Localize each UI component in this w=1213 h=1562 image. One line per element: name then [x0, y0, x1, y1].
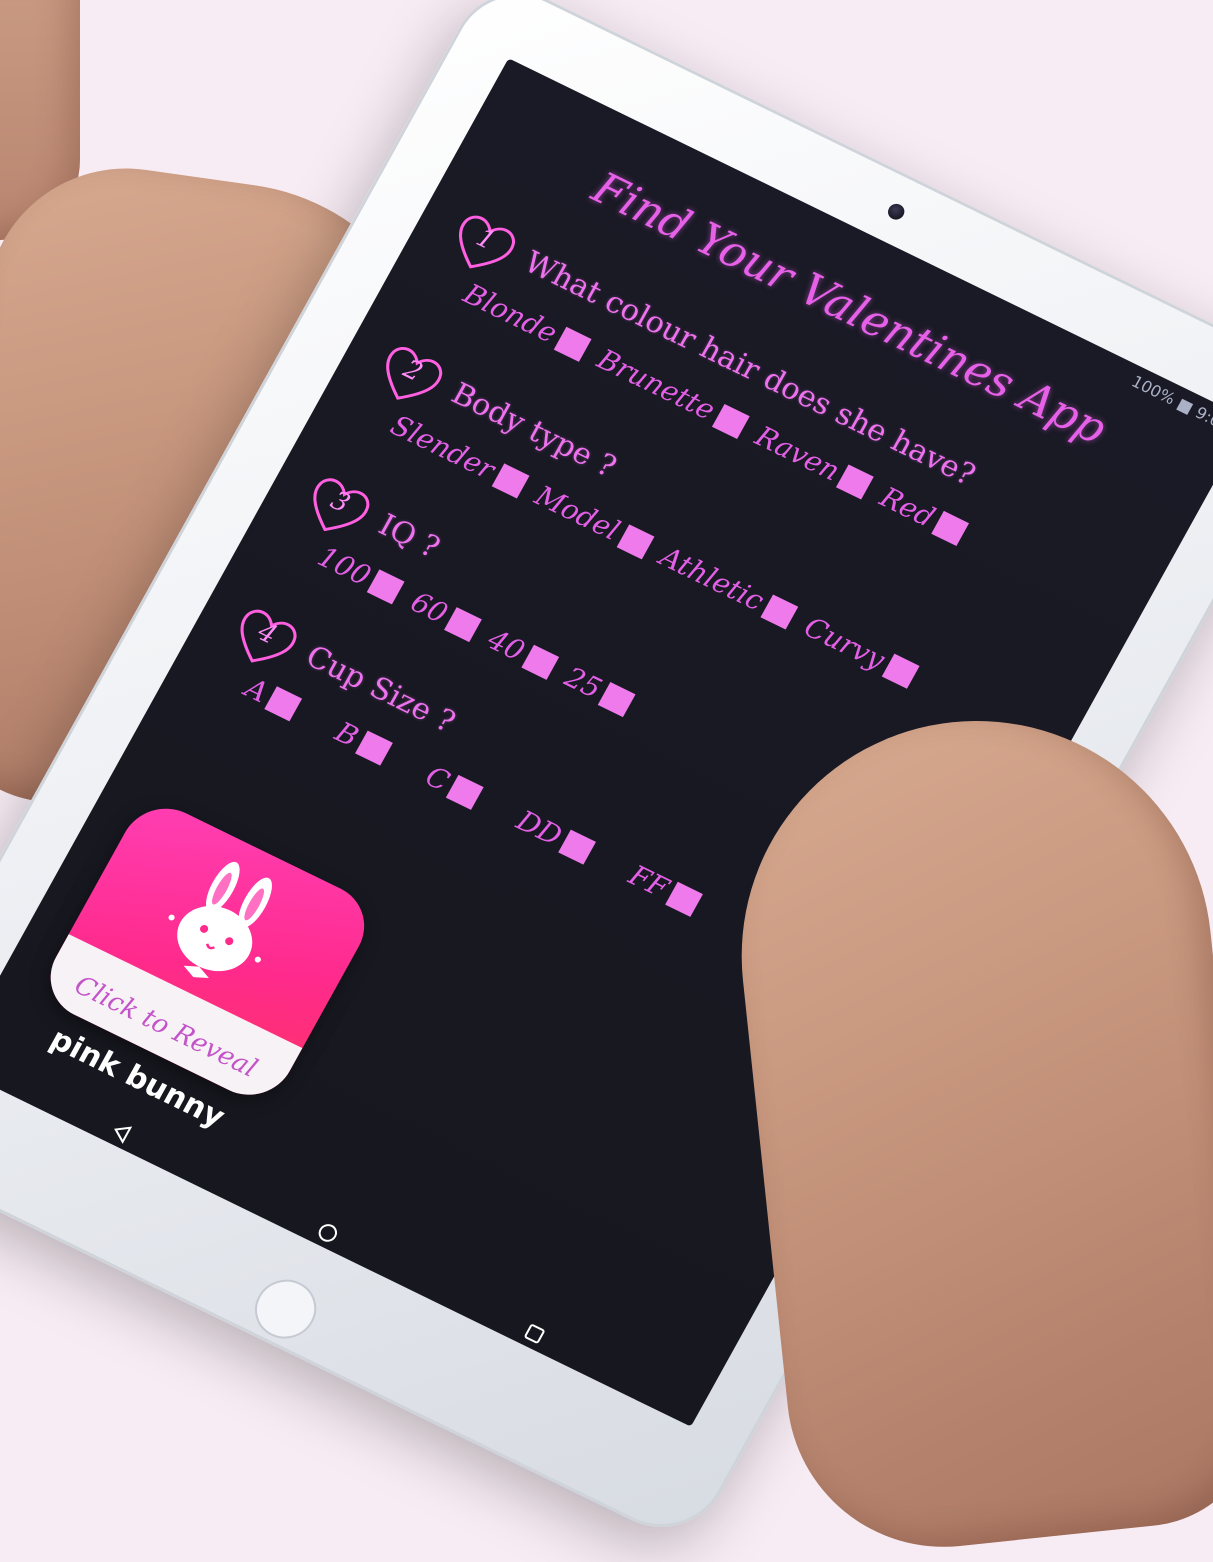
option-100[interactable]: 100 — [312, 540, 407, 607]
checkbox[interactable] — [558, 829, 597, 865]
option-athletic[interactable]: Athletic — [654, 540, 800, 632]
option-group: Slender Model Athletic Curvy — [385, 409, 921, 692]
option-label: 40 — [482, 622, 531, 668]
checkbox[interactable] — [931, 510, 970, 546]
checkbox[interactable] — [264, 685, 303, 721]
option-label: 25 — [559, 660, 608, 705]
physical-home-button[interactable] — [244, 1269, 328, 1349]
checkbox[interactable] — [367, 569, 406, 605]
checkbox[interactable] — [444, 606, 483, 642]
checkbox[interactable] — [553, 326, 592, 362]
checkbox[interactable] — [521, 644, 560, 680]
checkbox[interactable] — [836, 464, 875, 500]
front-camera-icon — [885, 201, 908, 223]
checkbox[interactable] — [491, 462, 530, 498]
checkbox[interactable] — [760, 594, 799, 630]
option-label: 60 — [405, 585, 454, 630]
home-icon[interactable] — [307, 1213, 349, 1252]
checkbox[interactable] — [598, 681, 637, 717]
option-red[interactable]: Red — [874, 480, 971, 548]
option-label: Curvy — [798, 610, 891, 677]
option-dd[interactable]: DD — [511, 804, 598, 867]
right-hand — [718, 697, 1213, 1562]
option-25[interactable]: 25 — [559, 660, 638, 719]
status-bar: 100% ■ 9:06 — [1128, 371, 1213, 436]
checkbox[interactable] — [355, 730, 393, 766]
android-nav-bar — [0, 1039, 705, 1426]
recent-apps-icon[interactable] — [514, 1314, 556, 1353]
option-label: Athletic — [654, 539, 770, 618]
option-c[interactable]: C — [420, 759, 486, 812]
question-1: 1 What colour hair does she have? Blonde… — [458, 205, 1151, 546]
checkbox[interactable] — [446, 774, 485, 810]
option-label: Raven — [749, 419, 846, 488]
option-ff[interactable]: FF — [623, 859, 705, 920]
option-60[interactable]: 60 — [405, 585, 484, 644]
option-40[interactable]: 40 — [482, 623, 561, 682]
option-a[interactable]: A — [239, 671, 304, 724]
checkbox[interactable] — [711, 403, 750, 439]
checkbox[interactable] — [616, 523, 655, 559]
option-b[interactable]: B — [330, 715, 395, 768]
checkbox[interactable] — [881, 653, 920, 689]
option-model[interactable]: Model — [529, 479, 656, 562]
option-curvy[interactable]: Curvy — [799, 610, 922, 691]
question-text: IQ ? — [372, 507, 446, 566]
option-label: Model — [529, 479, 626, 547]
checkbox[interactable] — [665, 881, 704, 917]
option-label: FF — [623, 858, 675, 905]
option-label: DD — [511, 803, 568, 853]
option-label: 100 — [312, 540, 377, 593]
option-label: Red — [874, 480, 941, 534]
back-icon[interactable] — [100, 1112, 142, 1151]
